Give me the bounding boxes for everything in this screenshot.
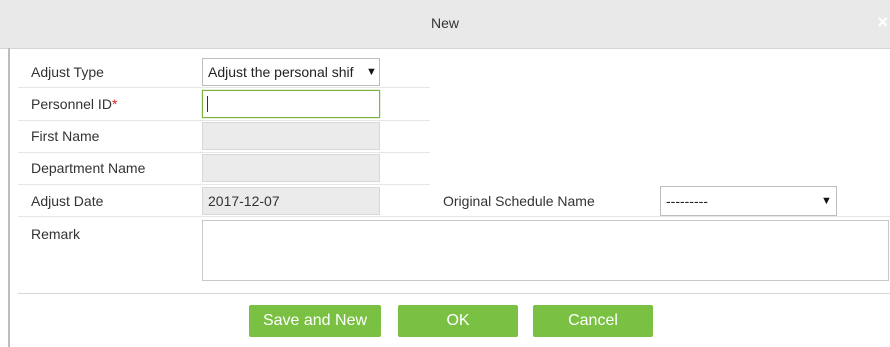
adjust-type-select[interactable]: Adjust the personal shif ▼ — [202, 58, 380, 86]
row-divider — [18, 184, 430, 185]
chevron-down-icon: ▼ — [366, 66, 377, 78]
row-divider — [18, 87, 430, 88]
adjust-type-label: Adjust Type — [31, 64, 104, 80]
dialog-left-edge — [8, 48, 10, 347]
close-icon[interactable]: × — [877, 12, 888, 33]
remark-label: Remark — [31, 226, 81, 242]
personnel-id-input[interactable] — [202, 90, 380, 118]
personnel-id-label-text: Personnel ID — [31, 96, 112, 112]
dialog-title-bar: New × — [0, 0, 890, 49]
adjust-date-label: Adjust Date — [31, 193, 104, 209]
original-schedule-name-select[interactable]: --------- ▼ — [660, 186, 837, 216]
department-name-field — [202, 154, 380, 182]
row-divider — [18, 120, 430, 121]
first-name-label: First Name — [31, 128, 100, 144]
dialog-title: New — [430, 15, 459, 31]
first-name-field — [202, 122, 380, 150]
row-divider — [18, 216, 890, 217]
cancel-button[interactable]: Cancel — [533, 305, 653, 337]
new-dialog: New × Adjust Type Adjust the personal sh… — [0, 0, 890, 347]
required-mark: * — [111, 96, 118, 112]
chevron-down-icon: ▼ — [821, 195, 832, 207]
adjust-date-field: 2017-12-07 — [202, 187, 380, 215]
ok-button[interactable]: OK — [398, 305, 518, 337]
adjust-type-value: Adjust the personal shif — [208, 64, 354, 80]
footer-divider — [18, 293, 890, 294]
save-and-new-button[interactable]: Save and New — [249, 305, 381, 337]
row-divider — [18, 152, 430, 153]
adjust-date-value: 2017-12-07 — [208, 193, 280, 209]
department-name-label: Department Name — [31, 160, 146, 176]
remark-textarea[interactable] — [202, 220, 889, 281]
original-schedule-name-value: --------- — [666, 193, 708, 209]
text-cursor — [207, 96, 208, 112]
personnel-id-label: Personnel ID* — [31, 96, 117, 112]
original-schedule-name-label: Original Schedule Name — [443, 193, 595, 209]
